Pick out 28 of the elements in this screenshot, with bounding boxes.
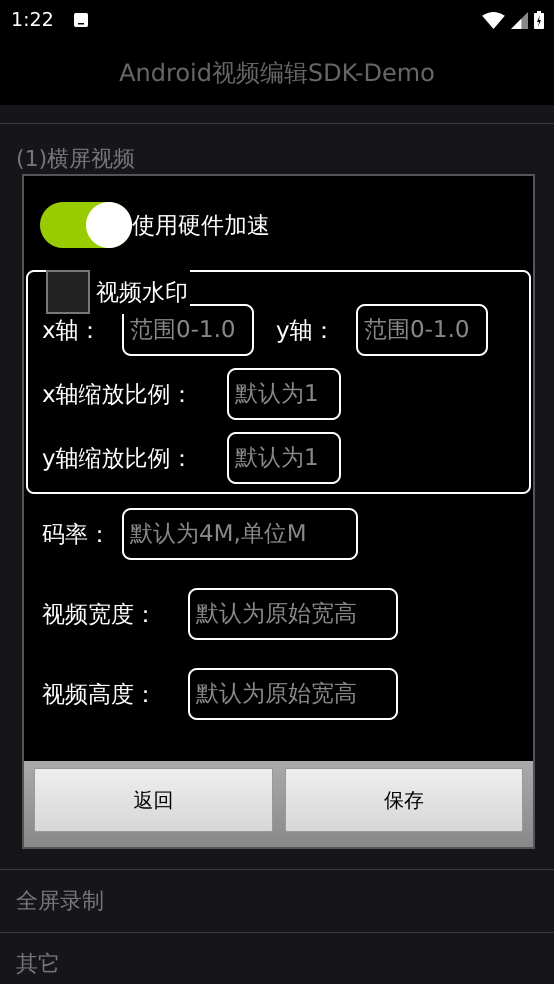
input-field[interactable]: 范围0-1.0 [356,304,488,356]
field-label: y轴缩放比例： [42,444,195,474]
input-field[interactable]: 默认为1 [227,432,341,484]
input-field[interactable]: 默认为原始宽高 [188,588,398,640]
input-field[interactable]: 范围0-1.0 [122,304,254,356]
wifi-icon [482,12,505,28]
watermark-checkbox[interactable] [46,270,90,314]
app-title: Android视频编辑SDK-Demo [119,58,435,88]
status-time: 1:22 [11,9,54,31]
signal-icon [511,12,528,28]
dialog-button[interactable]: 保存 [284,768,523,832]
list-item-text[interactable]: 全屏录制 [16,886,104,916]
input-field[interactable]: 默认为4M,单位M [122,508,358,560]
list-item-text[interactable]: (1)横屏视频 [16,144,136,174]
input-field[interactable]: 默认为原始宽高 [188,668,398,720]
dialog-button[interactable]: 返回 [34,768,272,832]
field-label: x轴缩放比例： [42,380,195,410]
battery-icon [534,11,544,29]
field-label: 视频宽度： [42,600,158,630]
input-field[interactable]: 默认为1 [227,368,341,420]
field-label: 视频高度： [42,680,158,710]
hardware-acceleration-label: 使用硬件加速 [132,212,270,240]
field-label: 码率： [42,520,112,550]
list-item-text[interactable]: 其它 [16,949,60,979]
notification-icon [74,13,88,27]
field-label: y轴： [276,316,337,346]
field-label: x轴： [42,316,103,346]
toggle-switch[interactable] [40,202,132,248]
